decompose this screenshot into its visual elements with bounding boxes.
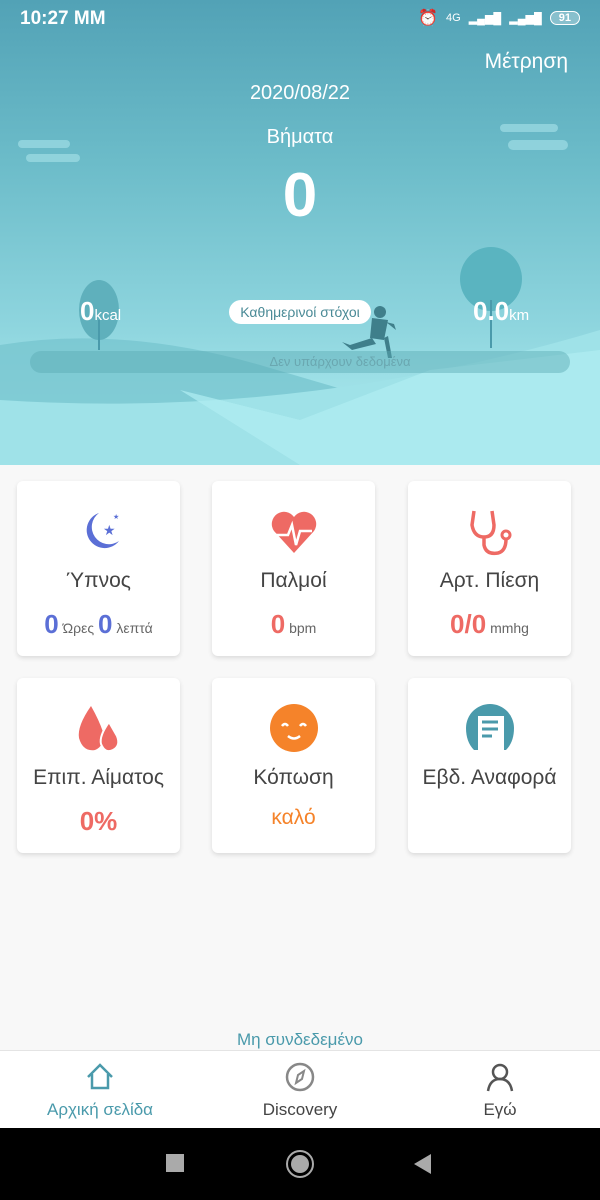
card-label: Αρτ. Πίεση xyxy=(439,569,540,592)
card-heart-rate[interactable]: Παλμοί 0 bpm xyxy=(212,481,375,656)
blood-pressure-value: 0/0 mmhg xyxy=(408,609,571,640)
signal-icon: ▂▄▆█ xyxy=(468,12,502,25)
heart-rate-value: 0 bpm xyxy=(212,609,375,640)
signal-icon-2: ▂▄▆█ xyxy=(509,12,542,25)
bpm-unit: bpm xyxy=(289,620,317,636)
compass-icon xyxy=(285,1062,315,1092)
distance-readout: 0.0km xyxy=(473,296,529,327)
battery-icon: 91 xyxy=(549,11,580,25)
blood-drops-icon xyxy=(78,706,119,753)
svg-text:★: ★ xyxy=(103,522,116,538)
network-type: 4G xyxy=(446,12,461,24)
card-label: Κόπωση xyxy=(253,766,334,789)
stethoscope-icon xyxy=(469,510,511,556)
bpm-value: 0 xyxy=(270,609,286,639)
card-weekly-report[interactable]: Εβδ. Αναφορά xyxy=(408,678,571,853)
sleep-value: 0 Ώρες 0 λεπτά xyxy=(17,609,180,640)
hours-value: 0 xyxy=(44,609,59,639)
hours-unit: Ώρες xyxy=(62,620,95,636)
connection-status[interactable]: Μη συνδεδεμένο xyxy=(0,1030,600,1050)
steps-label: Βήματα xyxy=(266,126,334,148)
card-blood-pressure[interactable]: Αρτ. Πίεση 0/0 mmhg xyxy=(408,481,571,656)
steps-value: 0 xyxy=(282,161,318,230)
minutes-value: 0 xyxy=(98,609,113,639)
moon-icon: ★★ xyxy=(86,513,119,549)
card-label: Εβδ. Αναφορά xyxy=(422,766,557,789)
nav-label: Discovery xyxy=(262,1100,338,1119)
status-icons: ⏰ 4G ▂▄▆█ ▂▄▆█ 91 xyxy=(418,8,580,28)
mmhg-value: 0/0 xyxy=(450,609,487,639)
back-button[interactable] xyxy=(414,1154,431,1174)
mmhg-unit: mmhg xyxy=(490,620,529,636)
status-time: 10:27 MM xyxy=(20,8,106,29)
date-label[interactable]: 2020/08/22 xyxy=(0,82,600,105)
steps-hero: 10:27 MM ⏰ 4G ▂▄▆█ ▂▄▆█ 91 Μέτρηση 2020/… xyxy=(0,0,600,465)
card-label: Παλμοί xyxy=(260,569,327,592)
card-fatigue[interactable]: Κόπωση καλό xyxy=(212,678,375,853)
heart-rate-icon xyxy=(271,511,316,553)
user-icon xyxy=(486,1063,514,1092)
system-nav-bar xyxy=(0,1128,600,1200)
nav-me[interactable]: Εγώ xyxy=(400,1051,600,1129)
daily-goals-button[interactable]: Καθημερινοί στόχοι xyxy=(229,300,371,324)
km-value: 0.0 xyxy=(473,296,510,326)
card-label: Ύπνος xyxy=(66,569,131,592)
card-blood-oxygen[interactable]: Επιπ. Αίματος 0% xyxy=(17,678,180,853)
oxygen-value: 0% xyxy=(79,806,118,836)
nav-label: Αρχική σελίδα xyxy=(46,1100,154,1119)
nav-label: Εγώ xyxy=(483,1100,517,1119)
svg-text:★: ★ xyxy=(113,513,119,521)
bottom-nav: Αρχική σελίδα Discovery Εγώ xyxy=(0,1050,600,1128)
blood-oxygen-value: 0% xyxy=(17,806,180,837)
kcal-value: 0 xyxy=(80,296,95,326)
kcal-unit: kcal xyxy=(94,307,122,324)
card-sleep[interactable]: ★ ★ Ύπνος 0 Ώρες 0 λεπτά xyxy=(17,481,180,656)
home-icon xyxy=(87,1063,113,1090)
km-unit: km xyxy=(509,307,530,324)
card-label: Επιπ. Αίματος xyxy=(33,766,164,789)
minutes-unit: λεπτά xyxy=(116,620,153,636)
smiley-icon xyxy=(269,704,318,752)
no-data-text: Δεν υπάρχουν δεδομένα xyxy=(269,354,411,369)
recents-button[interactable] xyxy=(166,1154,184,1172)
goal-progress-bar: Δεν υπάρχουν δεδομένα xyxy=(30,351,570,373)
calories-readout: 0kcal xyxy=(80,296,121,327)
alarm-icon: ⏰ xyxy=(418,10,439,27)
fatigue-value: καλό xyxy=(271,806,316,829)
nav-discovery[interactable]: Discovery xyxy=(200,1051,400,1129)
home-system-button[interactable] xyxy=(286,1150,314,1178)
measure-button[interactable]: Μέτρηση xyxy=(485,50,568,74)
report-icon xyxy=(465,704,514,750)
nav-home[interactable]: Αρχική σελίδα xyxy=(0,1051,200,1129)
